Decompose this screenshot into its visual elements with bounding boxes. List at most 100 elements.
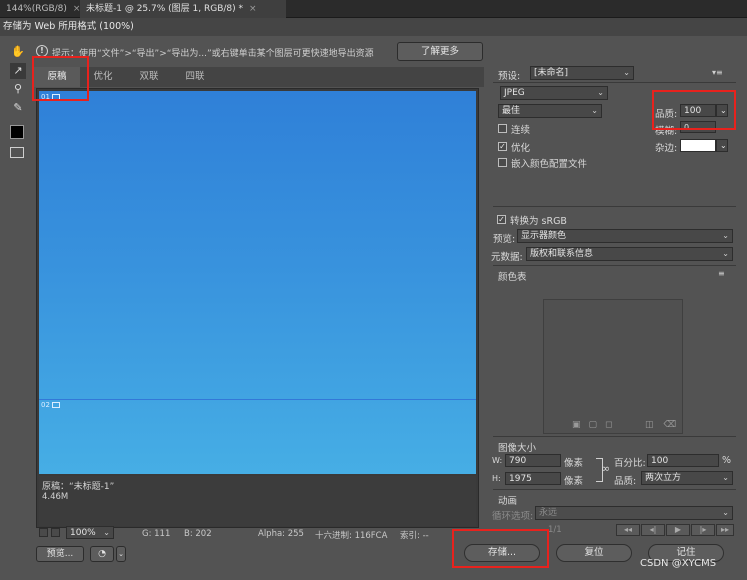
document-tab-label: 未标题-1 @ 25.7% (图层 1, RGB/8) * <box>86 4 243 14</box>
zoom-in-icon[interactable] <box>51 528 60 537</box>
eyedropper-tool-icon[interactable]: ✎ <box>10 100 26 116</box>
zoom-level-select[interactable]: 100% ⌄ <box>66 526 114 539</box>
metadata-value: 版权和联系信息 <box>530 249 594 259</box>
resample-quality-select[interactable]: 两次立方 ⌄ <box>641 471 733 485</box>
play-icon[interactable]: ▶ <box>666 524 690 536</box>
chevron-down-icon: ⌄ <box>722 249 729 258</box>
previous-frame-icon[interactable]: ◂| <box>641 524 665 536</box>
link-icon[interactable]: ∞ <box>601 462 610 475</box>
last-frame-icon[interactable]: ▸▸ <box>716 524 734 536</box>
matte-dropdown-icon[interactable]: ⌄ <box>716 139 728 152</box>
color-table-delete-icon[interactable]: ◫⌫ <box>645 420 686 430</box>
color-table-title: 颜色表 <box>498 272 527 283</box>
width-unit: 像素 <box>564 458 584 469</box>
document-tab[interactable]: 144%(RGB/8) × <box>0 0 80 18</box>
color-preview-select[interactable]: 显示器颜色 ⌄ <box>517 229 733 243</box>
quality-preset-value: 最佳 <box>502 106 521 116</box>
loop-options-select[interactable]: 永远 ⌄ <box>535 506 733 520</box>
optimized-checkbox[interactable]: ✓ <box>498 142 507 151</box>
document-tab-active[interactable]: 未标题-1 @ 25.7% (图层 1, RGB/8) * × <box>80 0 286 18</box>
first-frame-icon[interactable]: ◂◂ <box>616 524 640 536</box>
browser-dropdown-icon[interactable]: ⌄ <box>116 546 126 562</box>
divider <box>493 489 736 490</box>
save-button[interactable]: 存储... <box>464 544 540 562</box>
preset-label: 预设: <box>498 71 521 82</box>
percent-input[interactable]: 100 <box>647 454 719 467</box>
divider <box>493 436 736 437</box>
tab-optimized[interactable]: 优化 <box>80 67 126 87</box>
percent-label: 百分比: <box>614 458 646 469</box>
height-label: H: <box>492 474 501 483</box>
preview-in-browser-button[interactable]: 预览... <box>36 546 84 562</box>
learn-more-button[interactable]: 了解更多 <box>397 42 483 61</box>
browser-icon[interactable]: ◔ <box>90 546 114 562</box>
reset-button[interactable]: 复位 <box>556 544 632 562</box>
tab-original[interactable]: 原稿 <box>34 67 80 87</box>
preset-menu-icon[interactable]: ▾≡ <box>712 68 723 77</box>
tab-4-up[interactable]: 四联 <box>172 67 218 87</box>
hint-text: 提示：使用“文件”>“导出”>“导出为...”或右键单击某个图层可更快速地导出资… <box>52 49 374 59</box>
loop-options-value: 永远 <box>539 508 558 518</box>
image-size-title: 图像大小 <box>498 443 537 454</box>
eyedropper-color-swatch[interactable] <box>10 125 24 139</box>
embed-profile-checkbox[interactable] <box>498 158 507 167</box>
preview-info: 原稿：“未标题-1” 4.46M <box>39 476 476 526</box>
animation-title: 动画 <box>498 496 518 507</box>
slice-select-tool-icon[interactable]: ↗ <box>10 63 26 79</box>
metadata-label: 元数据: <box>491 252 523 263</box>
height-input[interactable]: 1975 <box>505 472 561 485</box>
preset-select[interactable]: [未命名] ⌄ <box>530 66 634 80</box>
document-tab-bar: 144%(RGB/8) × 未标题-1 @ 25.7% (图层 1, RGB/8)… <box>0 0 747 18</box>
slice-number: 02 <box>41 401 50 409</box>
quality-label: 品质: <box>655 109 678 120</box>
color-table-menu-icon[interactable]: ≡ <box>718 269 725 278</box>
optimized-label: 优化 <box>511 143 531 154</box>
preset-value: [未命名] <box>534 68 569 78</box>
convert-srgb-checkbox[interactable]: ✓ <box>497 215 506 224</box>
quality-input[interactable]: 100 <box>680 104 716 117</box>
color-preview-label: 预览: <box>493 234 516 245</box>
blur-label: 模糊: <box>655 126 678 137</box>
close-icon[interactable]: × <box>249 4 257 14</box>
convert-srgb-label: 转换为 sRGB <box>510 216 567 227</box>
preview-info-name: 原稿：“未标题-1” <box>42 482 115 492</box>
blur-input[interactable]: 0 <box>680 121 716 133</box>
zoom-level-value: 100% <box>70 528 96 538</box>
slice-icon <box>51 94 60 100</box>
zoom-out-icon[interactable] <box>39 528 48 537</box>
height-unit: 像素 <box>564 476 584 487</box>
resample-quality-label: 品质: <box>614 476 637 487</box>
next-frame-icon[interactable]: |▸ <box>691 524 715 536</box>
resample-quality-value: 两次立方 <box>645 473 682 483</box>
matte-color-swatch[interactable] <box>680 139 716 152</box>
percent-unit: % <box>722 455 732 466</box>
width-input[interactable]: 790 <box>505 454 561 467</box>
watermark: CSDN @XYCMS <box>640 558 717 569</box>
embed-profile-label: 嵌入颜色配置文件 <box>511 159 588 170</box>
hand-tool-icon[interactable]: ✋ <box>10 44 26 60</box>
file-format-value: JPEG <box>504 88 525 98</box>
zoom-tool-icon[interactable]: ⚲ <box>10 81 26 97</box>
image-preview-canvas[interactable]: 01 02 <box>39 91 476 474</box>
dialog-title: 存储为 Web 所用格式 (100%) <box>0 18 747 36</box>
loop-options-label: 循环选项: <box>492 511 534 522</box>
chevron-down-icon: ⌄ <box>722 231 729 240</box>
document-tab-label: 144%(RGB/8) <box>6 4 67 14</box>
status-hex: 十六进制: 116FCA <box>315 531 388 541</box>
toggle-slices-icon[interactable] <box>10 147 24 158</box>
color-table-actions-icon[interactable]: ▣▢◻ <box>572 420 620 430</box>
quality-preset-select[interactable]: 最佳 ⌄ <box>498 104 602 118</box>
status-green: G: 111 <box>142 529 171 539</box>
progressive-label: 连续 <box>511 125 531 136</box>
metadata-select[interactable]: 版权和联系信息 ⌄ <box>526 247 733 261</box>
slice-divider <box>39 399 476 400</box>
view-tab-bar: 原稿 优化 双联 四联 <box>34 67 484 87</box>
info-icon: ! <box>36 45 48 57</box>
file-format-select[interactable]: JPEG ⌄ <box>500 86 608 100</box>
quality-slider-toggle-icon[interactable]: ⌄ <box>716 104 728 117</box>
chevron-down-icon: ⌄ <box>722 508 729 517</box>
preview-info-size: 4.46M <box>42 492 69 502</box>
divider <box>493 265 736 266</box>
tab-2-up[interactable]: 双联 <box>126 67 172 87</box>
progressive-checkbox[interactable] <box>498 124 507 133</box>
